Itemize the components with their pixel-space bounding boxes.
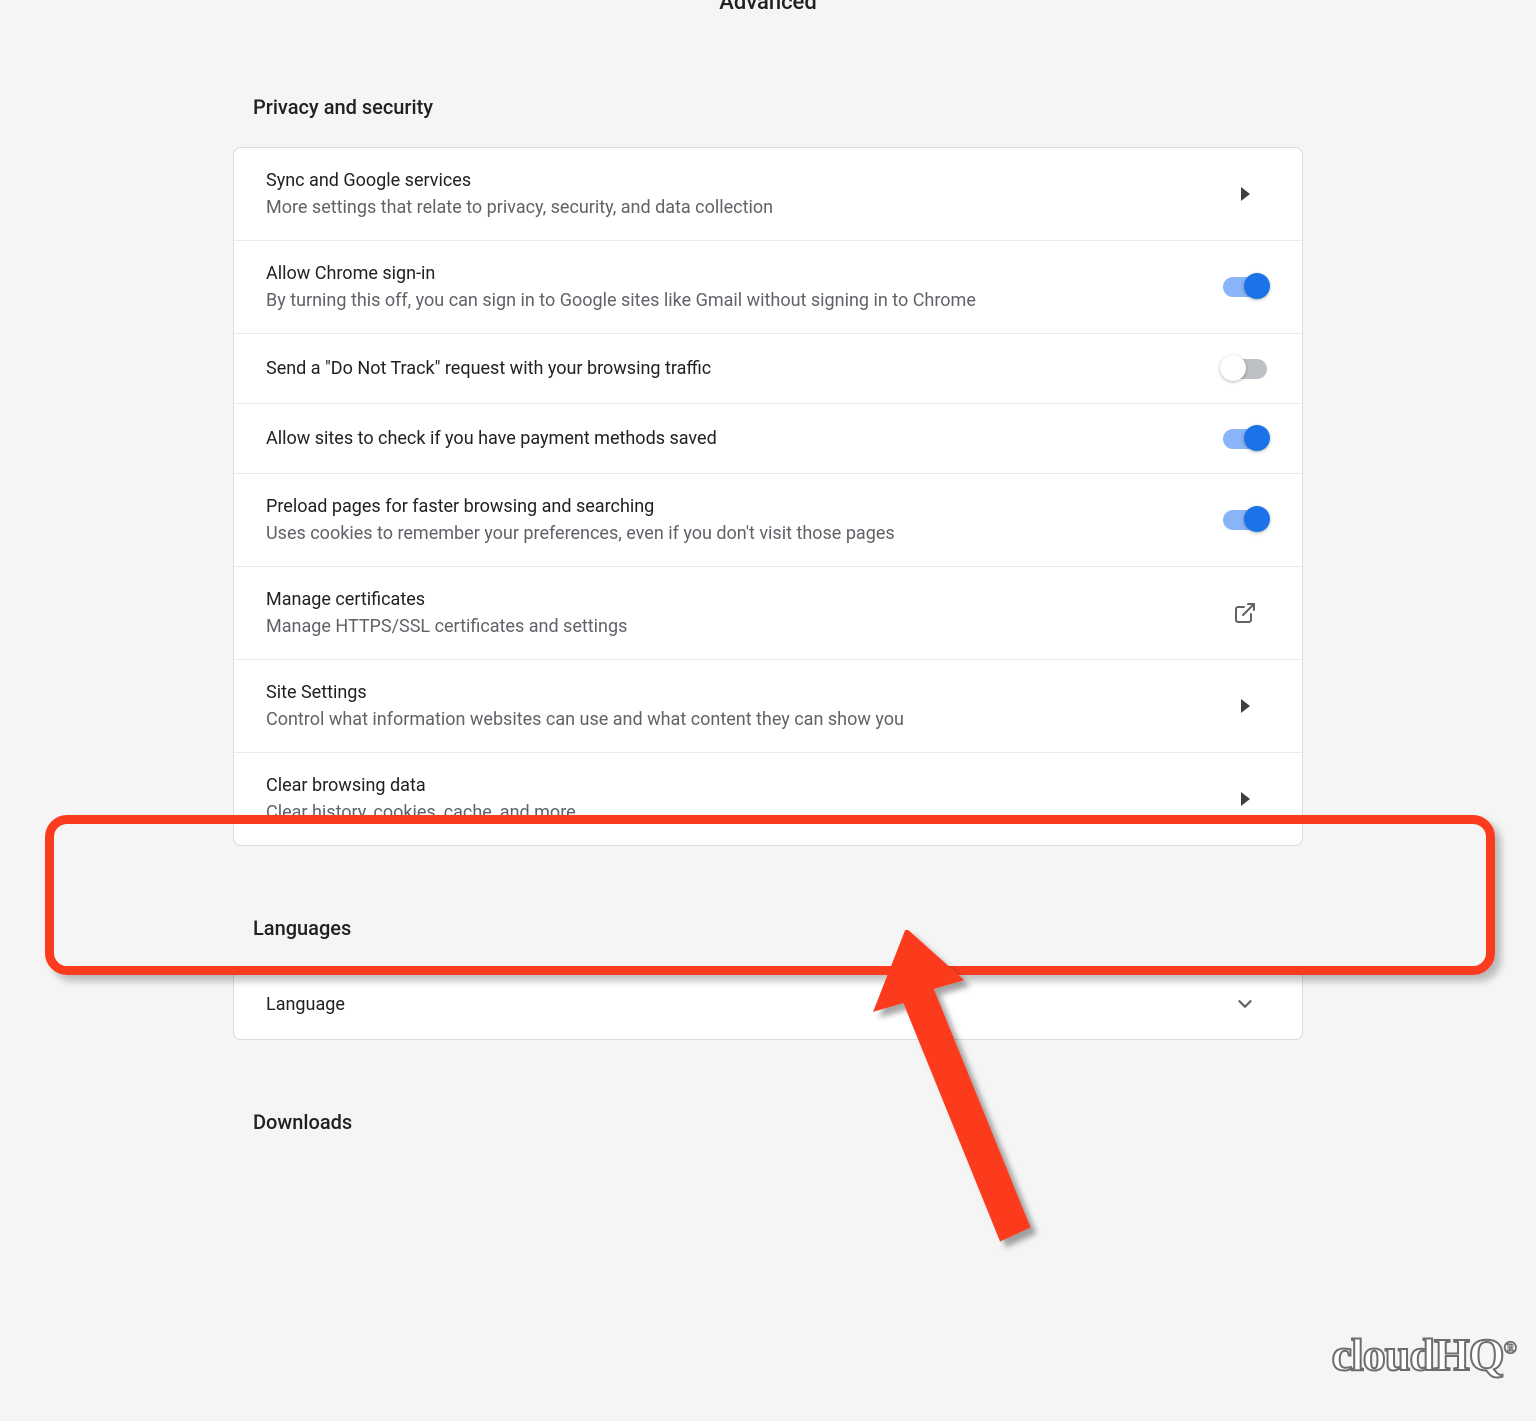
row-sub: Manage HTTPS/SSL certificates and settin… xyxy=(266,616,1200,637)
row-title: Allow sites to check if you have payment… xyxy=(266,428,1200,449)
row-sub: Uses cookies to remember your preference… xyxy=(266,523,1200,544)
row-title: Send a "Do Not Track" request with your … xyxy=(266,358,1200,379)
row-do-not-track: Send a "Do Not Track" request with your … xyxy=(234,334,1302,404)
row-site-settings[interactable]: Site Settings Control what information w… xyxy=(234,660,1302,753)
watermark: cloudHQ® xyxy=(1332,1328,1516,1381)
toggle-do-not-track[interactable] xyxy=(1223,359,1267,379)
row-sub: More settings that relate to privacy, se… xyxy=(266,197,1200,218)
row-allow-chrome-signin: Allow Chrome sign-in By turning this off… xyxy=(234,241,1302,334)
toggle-allow-signin[interactable] xyxy=(1223,277,1267,297)
advanced-label: Advanced xyxy=(719,0,817,15)
caret-right-icon xyxy=(1220,187,1270,201)
row-manage-certificates[interactable]: Manage certificates Manage HTTPS/SSL cer… xyxy=(234,567,1302,660)
section-title-privacy: Privacy and security xyxy=(253,95,1303,119)
toggle-preload[interactable] xyxy=(1223,510,1267,530)
row-title: Language xyxy=(266,994,1200,1015)
row-clear-browsing-data[interactable]: Clear browsing data Clear history, cooki… xyxy=(234,753,1302,845)
row-title: Clear browsing data xyxy=(266,775,1200,796)
row-sub: By turning this off, you can sign in to … xyxy=(266,290,1200,311)
row-sub: Control what information websites can us… xyxy=(266,709,1200,730)
row-sub: Clear history, cookies, cache, and more xyxy=(266,802,1200,823)
section-title-downloads: Downloads xyxy=(253,1110,1303,1134)
row-title: Allow Chrome sign-in xyxy=(266,263,1200,284)
privacy-card: Sync and Google services More settings t… xyxy=(233,147,1303,846)
external-link-icon xyxy=(1220,601,1270,625)
languages-card: Language xyxy=(233,968,1303,1040)
advanced-header[interactable]: Advanced xyxy=(233,0,1303,55)
section-title-languages: Languages xyxy=(253,916,1303,940)
row-language[interactable]: Language xyxy=(234,969,1302,1039)
caret-right-icon xyxy=(1220,699,1270,713)
row-preload-pages: Preload pages for faster browsing and se… xyxy=(234,474,1302,567)
caret-right-icon xyxy=(1220,792,1270,806)
chevron-down-icon xyxy=(1220,993,1270,1015)
row-title: Preload pages for faster browsing and se… xyxy=(266,496,1200,517)
row-title: Site Settings xyxy=(266,682,1200,703)
row-payment-methods: Allow sites to check if you have payment… xyxy=(234,404,1302,474)
row-title: Manage certificates xyxy=(266,589,1200,610)
toggle-payment-methods[interactable] xyxy=(1223,429,1267,449)
row-title: Sync and Google services xyxy=(266,170,1200,191)
row-sync-google-services[interactable]: Sync and Google services More settings t… xyxy=(234,148,1302,241)
